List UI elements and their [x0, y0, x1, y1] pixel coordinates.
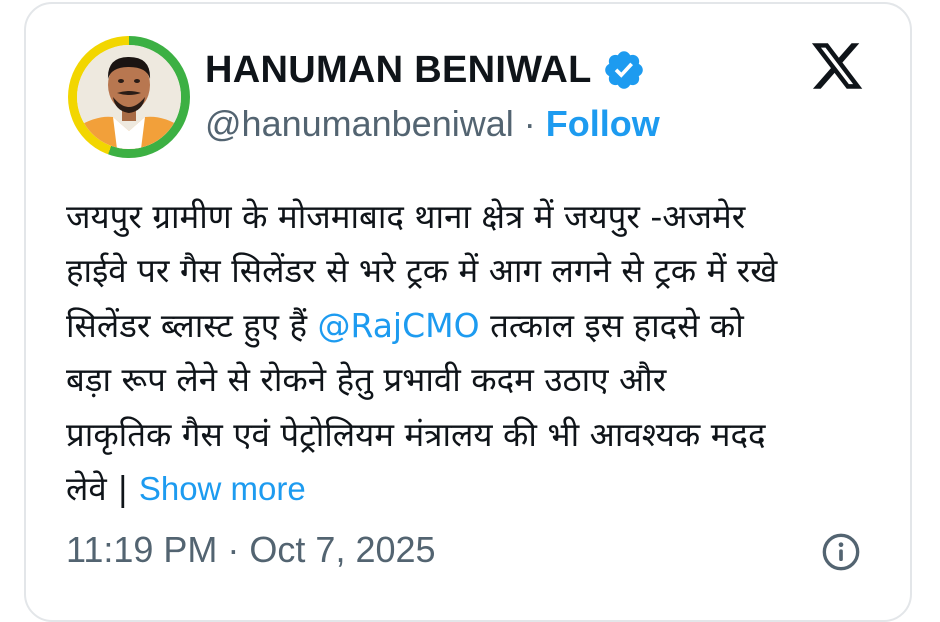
tweet-line: बड़ा रूप लेने से रोकने हेतु प्रभावी कदम … [66, 360, 667, 400]
tweet-line: प्राकृतिक गैस एवं पेट्रोलियम मंत्रालय की… [66, 414, 766, 454]
show-more-link[interactable]: Show more [139, 470, 306, 507]
tweet-text: जयपुर ग्रामीण के मोजमाबाद थाना क्षेत्र म… [66, 190, 876, 516]
author-handle-row: @hanumanbeniwal · Follow [205, 102, 660, 146]
tweet-line: जयपुर ग्रामीण के मोजमाबाद थाना क्षेत्र म… [66, 197, 746, 236]
mention-link[interactable]: @RajCMO [317, 306, 479, 345]
verified-badge-icon [604, 51, 643, 89]
info-icon[interactable] [821, 532, 861, 572]
tweet-line-text: सिलेंडर ब्लास्ट हुए हैं [66, 305, 318, 345]
author-name[interactable]: HANUMAN BENIWAL [205, 49, 592, 92]
tweet-date: Oct 7, 2025 [249, 529, 436, 570]
x-logo-icon[interactable] [808, 38, 866, 94]
tweet-line: सिलेंडर ब्लास्ट हुए हैं @RajCMO तत्काल इ… [66, 299, 876, 353]
tweet-line-text: तत्काल इस हादसे को [479, 305, 744, 345]
avatar[interactable] [77, 45, 181, 149]
tweet-line-text: लेवे | [66, 469, 139, 509]
author-name-row: HANUMAN BENIWAL [205, 48, 646, 92]
author-handle[interactable]: @hanumanbeniwal [205, 103, 514, 145]
tweet-time: 11:19 PM [66, 529, 218, 570]
follow-button[interactable]: Follow [546, 103, 660, 145]
timestamp[interactable]: 11:19 PM · Oct 7, 2025 [66, 528, 436, 572]
timestamp-separator: · [227, 529, 240, 570]
handle-separator: · [523, 103, 536, 144]
tweet-line: लेवे | Show more [66, 462, 876, 516]
tweet-line: हाईवे पर गैस सिलेंडर से भरे ट्रक में आग … [66, 251, 778, 291]
